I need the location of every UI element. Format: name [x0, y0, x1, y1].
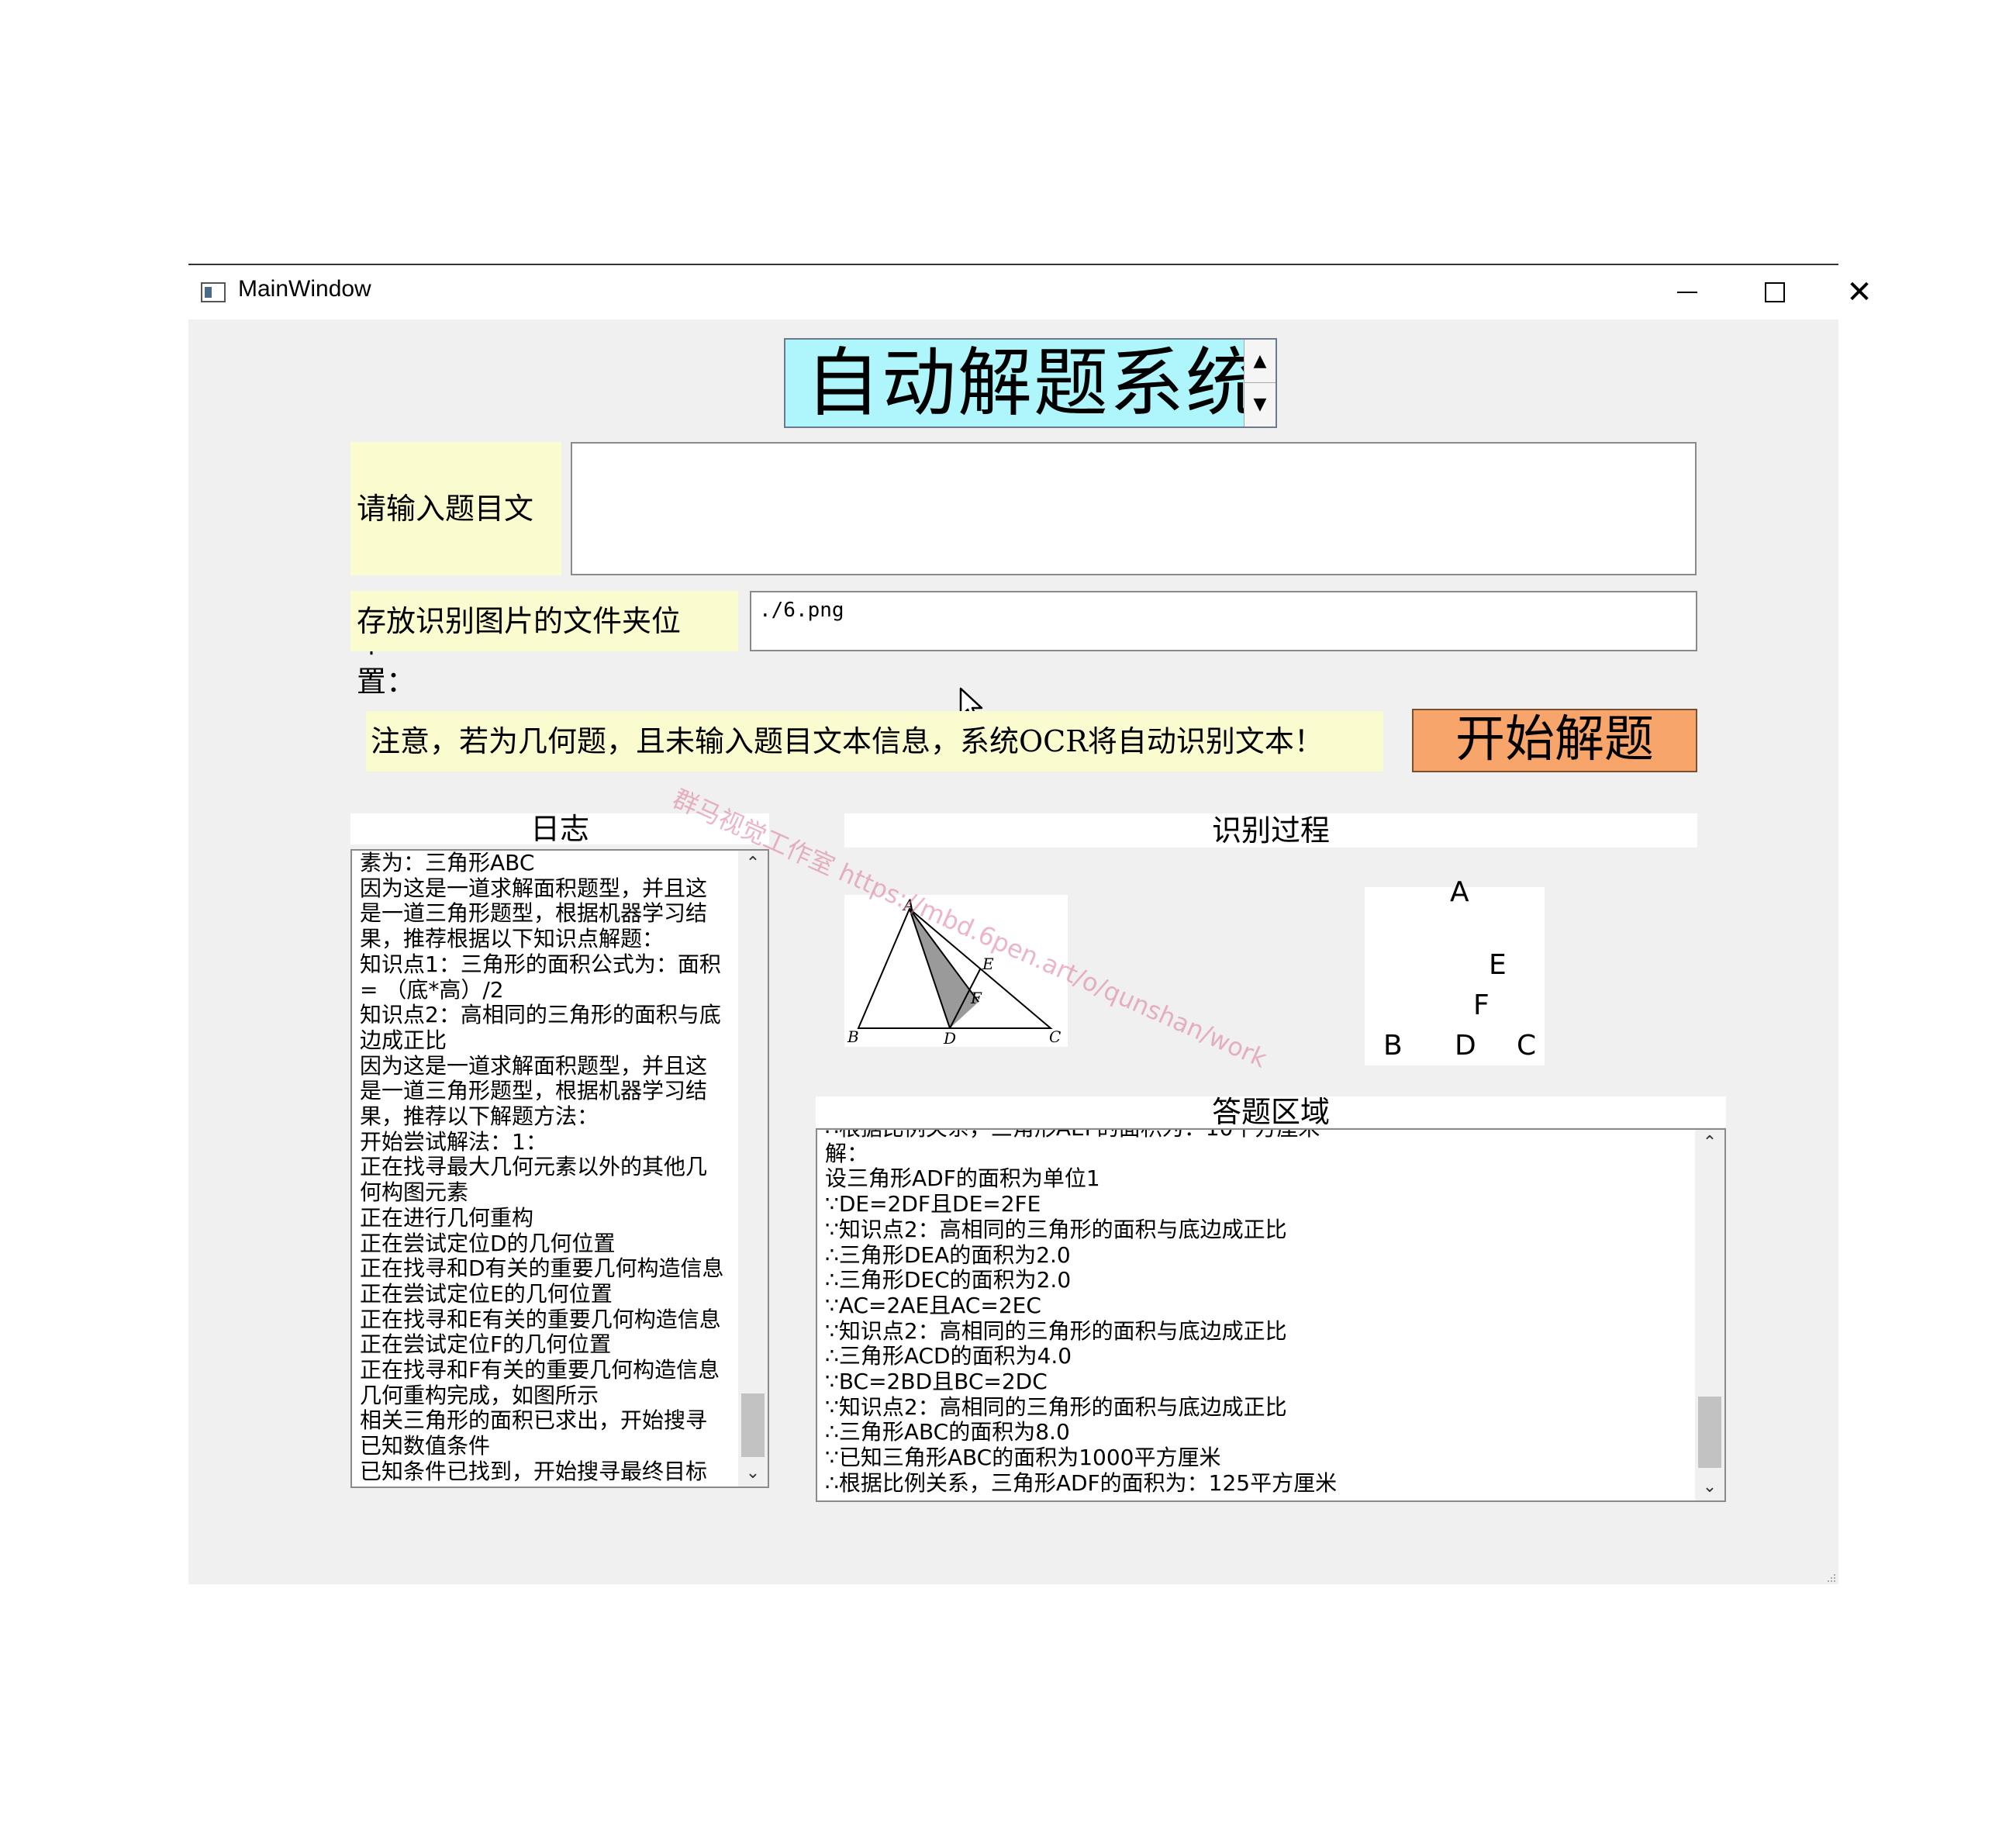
answer-text-area[interactable]: ∴根据比例关系，三角形AEF的面积为：10平方厘米 解： 设三角形ADF的面积为… [816, 1128, 1726, 1502]
folder-label: 存放识别图片的文件夹位置： [350, 591, 738, 699]
minimize-icon [1677, 292, 1697, 293]
app-window-icon [201, 282, 226, 302]
log-lines: 素为：三角形ABC 因为这是一道求解面积题型，并且这 是一道三角形题型，根据机器… [360, 851, 732, 1485]
log-line: 已知数值条件 [360, 1434, 491, 1459]
minimize-button[interactable] [1646, 265, 1731, 319]
log-scroll-thumb[interactable] [741, 1393, 765, 1457]
log-line: 知识点1：三角形的面积公式为：面积 [360, 951, 721, 977]
answer-line: ∵知识点2：高相同的三角形的面积与底边成正比 [825, 1216, 1287, 1242]
answer-line: ∵知识点2：高相同的三角形的面积与底边成正比 [825, 1393, 1287, 1420]
log-line: = （底*高）/2 [360, 977, 504, 1003]
rebuilt-point-label: A [1450, 876, 1469, 908]
rebuilt-point-label: F [1473, 989, 1490, 1021]
log-line: 何构图元素 [360, 1180, 469, 1206]
log-line: 果，推荐以下解题方法： [360, 1104, 599, 1130]
ocr-notice: 注意，若为几何题，且未输入题目文本信息，系统OCR将自动识别文本！ [366, 711, 1383, 772]
log-line: 正在尝试定位F的几何位置 [360, 1332, 612, 1358]
question-text-input[interactable] [571, 442, 1697, 575]
answer-scrollbar[interactable]: ⌃ ⌄ [1695, 1130, 1724, 1500]
rebuilt-geometry-figure: A E F B D C [1365, 876, 1545, 1065]
log-line: 是一道三角形题型，根据机器学习结 [360, 901, 708, 927]
answer-line: ∴三角形DEC的面积为2.0 [825, 1267, 1072, 1293]
answer-line: 设三角形ADF的面积为单位1 [825, 1165, 1100, 1192]
log-line: 正在进行几何重构 [360, 1205, 534, 1231]
figure-point-label: B [847, 1027, 859, 1046]
log-line: 正在找寻最大几何元素以外的其他几 [360, 1155, 708, 1180]
log-line: 正在找寻和F有关的重要几何构造信息 [360, 1358, 720, 1383]
log-line: 相关三角形的面积已求出，开始搜寻 [360, 1408, 708, 1434]
question-label: 请输入题目文本 [350, 442, 561, 659]
scroll-down-arrow-icon[interactable]: ⌄ [1695, 1474, 1724, 1500]
main-window: MainWindow ✕ 自动解题系统 ▲ ▼ 请输入题目文本 存放识别图片的文… [188, 264, 1873, 1584]
spin-down-button[interactable]: ▼ [1244, 383, 1276, 426]
close-icon: ✕ [1846, 275, 1873, 310]
rebuilt-point-label: B [1383, 1030, 1403, 1062]
maximize-icon [1765, 282, 1785, 302]
rebuilt-point-label: D [1455, 1030, 1476, 1062]
log-line: 知识点2：高相同的三角形的面积与底 [360, 1003, 721, 1028]
log-line: 素为：三角形ABC [360, 851, 535, 875]
answer-line: ∴根据比例关系，三角形AEF的面积为：10平方厘米 [825, 1130, 1686, 1141]
start-solve-button[interactable]: 开始解题 [1412, 709, 1697, 772]
log-line: 正在尝试定位E的几何位置 [360, 1281, 613, 1307]
log-text-area[interactable]: 素为：三角形ABC 因为这是一道求解面积题型，并且这 是一道三角形题型，根据机器… [350, 849, 769, 1488]
log-line: 是一道三角形题型，根据机器学习结 [360, 1079, 708, 1104]
log-line: 因为这是一道求解面积题型，并且这 [360, 875, 708, 901]
close-button[interactable]: ✕ [1817, 265, 1902, 319]
log-line: 正在尝试定位D的几何位置 [360, 1231, 616, 1256]
figure-point-label: F [970, 989, 982, 1007]
rebuilt-point-label: C [1517, 1030, 1537, 1062]
answer-line: 解： [825, 1140, 869, 1166]
answer-line: ∵BC=2BD且BC=2DC [825, 1369, 1048, 1395]
resize-grip-icon[interactable] [1826, 1573, 1837, 1583]
app-title-spinbox[interactable]: 自动解题系统 ▲ ▼ [784, 338, 1277, 428]
window-title: MainWindow [238, 276, 371, 302]
title-bar[interactable]: MainWindow ✕ [188, 265, 1873, 319]
spin-up-button[interactable]: ▲ [1244, 340, 1276, 383]
answer-line: ∵已知三角形ABC的面积为1000平方厘米 [825, 1445, 1221, 1471]
scroll-up-arrow-icon[interactable]: ⌃ [1695, 1130, 1724, 1156]
folder-path-input[interactable]: ./6.png [750, 591, 1697, 651]
log-line: 开始尝试解法：1： [360, 1129, 547, 1155]
answer-line: ∴根据比例关系，三角形ADF的面积为：125平方厘米 [825, 1469, 1338, 1496]
app-title: 自动解题系统 [806, 340, 1262, 426]
recognition-process-header: 识别过程 [844, 813, 1697, 848]
scroll-down-arrow-icon[interactable]: ⌄ [738, 1460, 768, 1487]
figure-point-label: C [1049, 1027, 1061, 1046]
answer-line: ∴三角形ACD的面积为4.0 [825, 1343, 1072, 1369]
maximize-button[interactable] [1731, 265, 1817, 319]
figure-point-label: D [943, 1029, 956, 1047]
log-line: 正在找寻和D有关的重要几何构造信息 [360, 1256, 724, 1282]
log-line: 已知条件已找到，开始搜寻最终目标 [360, 1459, 708, 1484]
answer-line: ∵知识点2：高相同的三角形的面积与底边成正比 [825, 1317, 1287, 1344]
log-line: 几何重构完成，如图所示 [360, 1383, 599, 1408]
answer-scroll-thumb[interactable] [1698, 1397, 1721, 1468]
answer-line: ∴三角形DEA的面积为2.0 [825, 1241, 1071, 1268]
log-line: 正在找寻和E有关的重要几何构造信息 [360, 1307, 721, 1332]
figure-point-label: E [982, 955, 994, 973]
answer-line: ∴三角形ABC的面积为8.0 [825, 1419, 1070, 1445]
spin-buttons: ▲ ▼ [1244, 340, 1276, 426]
answer-lines: ∴根据比例关系，三角形AEF的面积为：10平方厘米 解： 设三角形ADF的面积为… [825, 1130, 1686, 1497]
answer-area-header: 答题区域 [816, 1096, 1726, 1127]
answer-line: ∵AC=2AE且AC=2EC [825, 1292, 1041, 1318]
log-scrollbar[interactable]: ⌃ ⌄ [738, 851, 768, 1487]
answer-line: ∵DE=2DF且DE=2FE [825, 1191, 1041, 1217]
log-line: 因为这是一道求解面积题型，并且这 [360, 1053, 708, 1079]
log-line: 边成正比 [360, 1027, 447, 1053]
rebuilt-point-label: E [1489, 949, 1507, 981]
log-line: 果，推荐根据以下知识点解题： [360, 927, 665, 952]
